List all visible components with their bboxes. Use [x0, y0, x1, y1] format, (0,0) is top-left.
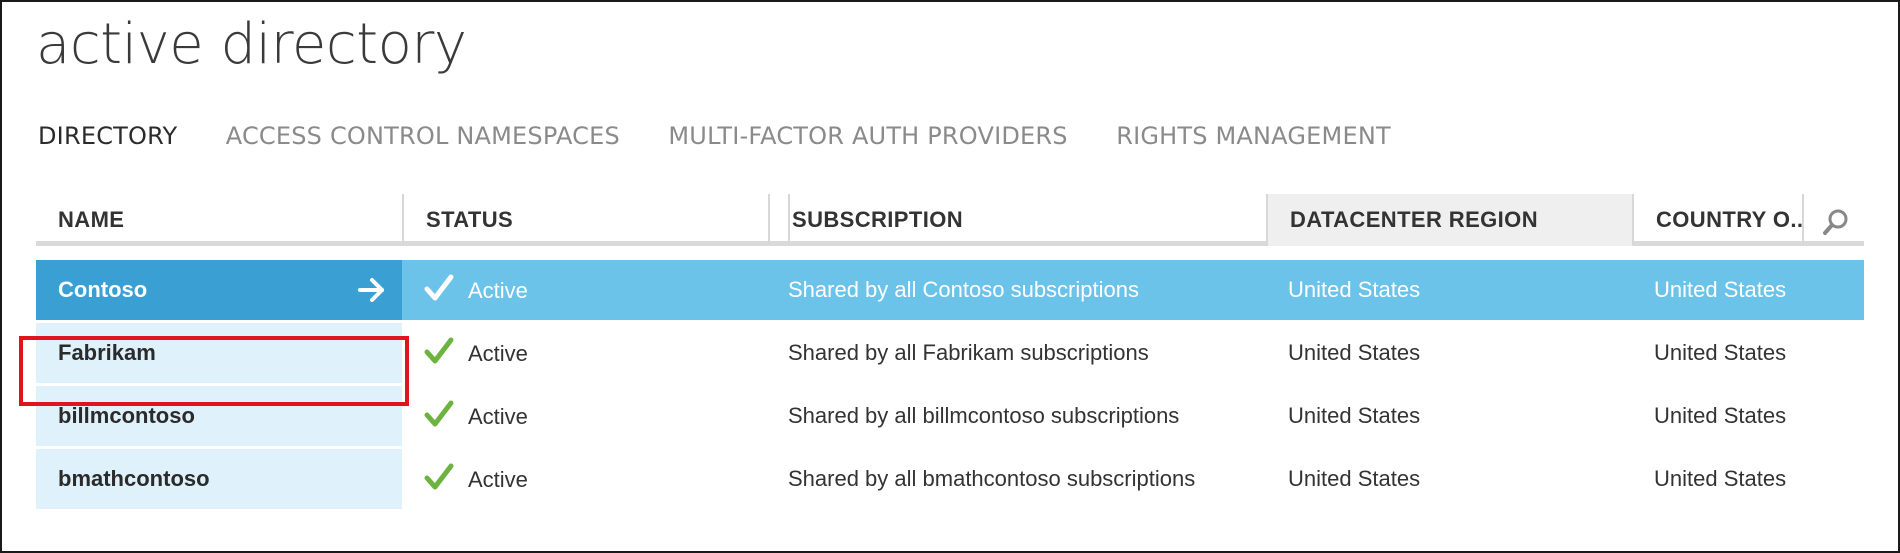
row-status-cell: Active: [402, 449, 768, 509]
column-header-status[interactable]: STATUS: [402, 194, 768, 246]
search-icon: [1823, 209, 1848, 235]
check-icon: [424, 274, 454, 301]
row-country: United States: [1654, 466, 1787, 491]
row-status-cell: Active: [402, 323, 768, 383]
tab-access-control-namespaces[interactable]: ACCESS CONTROL NAMESPACES: [226, 122, 620, 150]
row-datacenter-region: United States: [1288, 277, 1421, 302]
row-country: United States: [1654, 340, 1787, 365]
directory-table: NAME STATUS SUBSCRIPTION DATACENTER REGI…: [36, 194, 1864, 512]
column-header-name[interactable]: NAME: [36, 194, 402, 246]
arrow-right-icon[interactable]: [358, 277, 386, 303]
row-status-cell: Active: [402, 260, 768, 320]
row-status: Active: [468, 404, 528, 430]
row-name: Fabrikam: [58, 340, 156, 365]
row-status: Active: [468, 278, 528, 304]
row-name: Contoso: [58, 277, 148, 302]
check-icon: [424, 400, 454, 427]
table-header: NAME STATUS SUBSCRIPTION DATACENTER REGI…: [36, 194, 1864, 246]
row-name-cell[interactable]: billmcontoso: [36, 386, 402, 446]
row-country: United States: [1654, 277, 1787, 302]
window-frame: active directory DIRECTORY ACCESS CONTRO…: [0, 0, 1900, 553]
row-name-cell[interactable]: Fabrikam: [36, 323, 402, 383]
row-country: United States: [1654, 403, 1787, 428]
row-datacenter-region: United States: [1288, 403, 1421, 428]
row-name: billmcontoso: [58, 403, 195, 428]
row-status: Active: [468, 467, 528, 493]
table-row[interactable]: bmathcontoso Active Shared by all bmathc…: [36, 449, 1864, 509]
column-header-country[interactable]: COUNTRY O...: [1632, 194, 1802, 246]
tab-rights-management[interactable]: RIGHTS MANAGEMENT: [1116, 122, 1391, 150]
row-datacenter-region: United States: [1288, 340, 1421, 365]
table-row[interactable]: Contoso Active Shared by all Contoso sub…: [36, 260, 1864, 320]
row-subscription: Shared by all bmathcontoso subscriptions: [788, 466, 1196, 491]
row-subscription: Shared by all billmcontoso subscriptions: [788, 403, 1180, 428]
row-name: bmathcontoso: [58, 466, 210, 491]
tab-multi-factor-auth-providers[interactable]: MULTI-FACTOR AUTH PROVIDERS: [668, 122, 1067, 150]
table-body: Contoso Active Shared by all Contoso sub…: [36, 260, 1864, 509]
row-status-cell: Active: [402, 386, 768, 446]
row-datacenter-region: United States: [1288, 466, 1421, 491]
row-subscription: Shared by all Contoso subscriptions: [788, 277, 1139, 302]
row-name-cell[interactable]: Contoso: [36, 260, 402, 320]
tab-directory[interactable]: DIRECTORY: [38, 122, 177, 150]
row-subscription: Shared by all Fabrikam subscriptions: [788, 340, 1149, 365]
page-title: active directory: [36, 12, 467, 77]
search-button[interactable]: [1802, 194, 1864, 246]
table-row[interactable]: billmcontoso Active Shared by all billmc…: [36, 386, 1864, 446]
column-header-subscription[interactable]: SUBSCRIPTION: [768, 194, 1266, 246]
table-row[interactable]: Fabrikam Active Shared by all Fabrikam s…: [36, 323, 1864, 383]
row-name-cell[interactable]: bmathcontoso: [36, 449, 402, 509]
tab-bar: DIRECTORY ACCESS CONTROL NAMESPACES MULT…: [38, 122, 1435, 152]
check-icon: [424, 463, 454, 490]
check-icon: [424, 337, 454, 364]
column-divider: [788, 194, 790, 246]
column-header-datacenter-region[interactable]: DATACENTER REGION: [1266, 194, 1632, 246]
row-status: Active: [468, 341, 528, 367]
